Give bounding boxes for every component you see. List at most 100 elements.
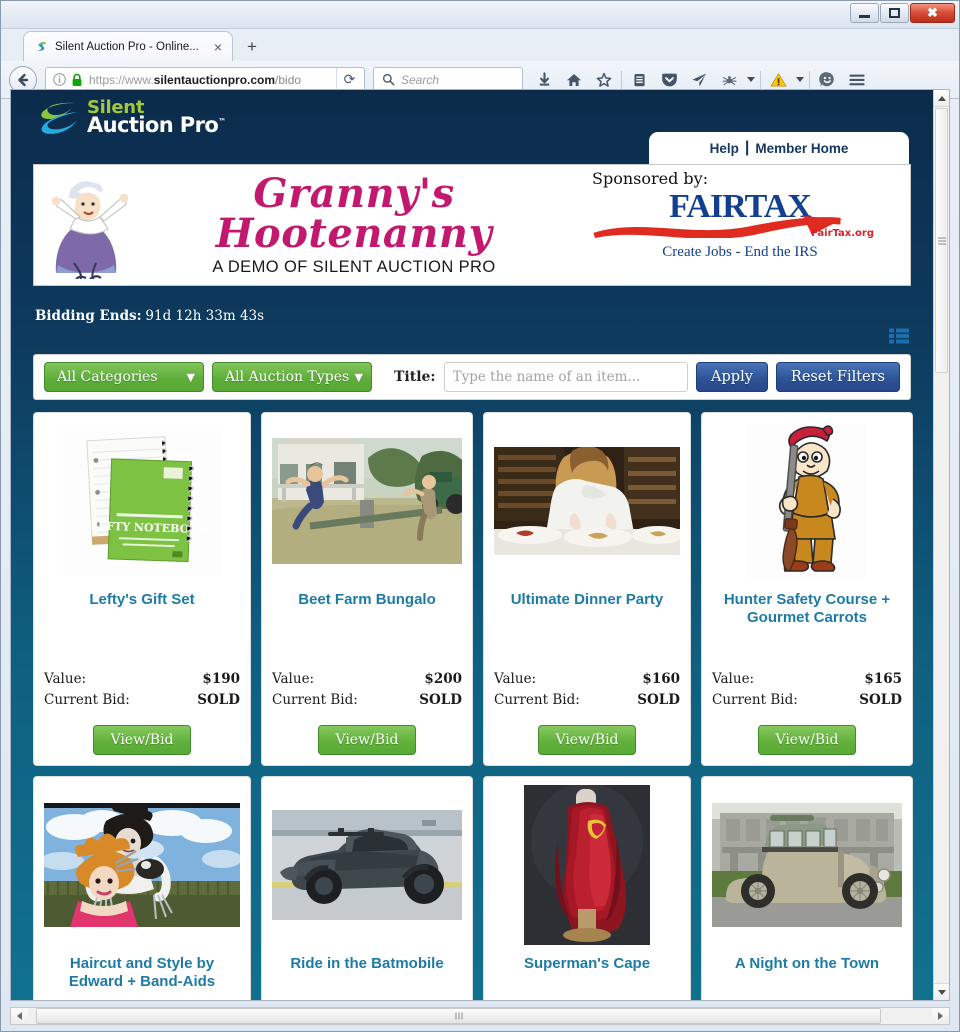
category-dropdown[interactable]: All Categories ▼: [44, 362, 204, 392]
current-bid-amount: SOLD: [859, 692, 902, 709]
search-placeholder: Search: [401, 72, 440, 87]
current-bid-label: Current Bid:: [494, 692, 580, 709]
auction-item-card[interactable]: Hunter Safety Course + Gourmet Carrots V…: [701, 412, 913, 766]
auction-item-title[interactable]: Hunter Safety Course + Gourmet Carrots: [712, 591, 902, 627]
current-bid-amount: SOLD: [419, 692, 462, 709]
event-title-block: Granny's Hootenanny A DEMO OF SILENT AUC…: [128, 173, 580, 277]
fairtax-swoosh-icon: [593, 216, 843, 238]
auction-item-title[interactable]: Beet Farm Bungalo: [298, 591, 436, 627]
member-home-link[interactable]: Member Home: [755, 141, 848, 156]
auction-item-title[interactable]: Ride in the Batmobile: [290, 955, 443, 991]
hunter-cartoon-image: [712, 421, 902, 581]
value-label: Value:: [712, 671, 755, 688]
value-label: Value:: [272, 671, 315, 688]
current-bid-row: Current Bid: SOLD: [494, 690, 680, 711]
current-bid-amount: SOLD: [637, 692, 680, 709]
auction-type-dropdown[interactable]: All Auction Types ▼: [212, 362, 372, 392]
auction-item-card[interactable]: Beet Farm Bungalo Value: $200 Current Bi…: [261, 412, 473, 766]
bidding-ends-label: Bidding Ends:: [35, 308, 142, 324]
lock-icon: [71, 73, 83, 87]
batmobile-image: [272, 785, 462, 945]
current-bid-row: Current Bid: SOLD: [712, 690, 902, 711]
category-dropdown-label: All Categories: [57, 369, 158, 385]
new-tab-button[interactable]: +: [247, 37, 257, 57]
horizontal-scroll-thumb[interactable]: [36, 1008, 881, 1024]
scroll-left-button[interactable]: [11, 1008, 28, 1024]
chevron-down-icon: ▼: [186, 370, 195, 384]
tab-close-icon[interactable]: ×: [212, 40, 224, 54]
grid-view-icon[interactable]: [889, 328, 909, 344]
favicon-icon: [34, 39, 49, 54]
auction-item-card[interactable]: Ride in the Batmobile: [261, 776, 473, 1000]
auction-item-details: Value: $165 Current Bid: SOLD: [712, 669, 902, 711]
auction-item-card[interactable]: Superman's Cape: [483, 776, 691, 1000]
logo-line-2: Auction Pro™: [87, 112, 226, 137]
close-button[interactable]: ✖: [910, 3, 955, 23]
current-bid-amount: SOLD: [197, 692, 240, 709]
reset-filters-button-label: Reset Filters: [790, 369, 885, 385]
horizontal-scrollbar[interactable]: [10, 1007, 950, 1025]
fairtax-org-text: FairTax.org: [811, 228, 874, 239]
url-text: https://www.silentauctionpro.com/bido: [89, 73, 336, 87]
auction-item-title[interactable]: Lefty's Gift Set: [89, 591, 194, 627]
current-bid-label: Current Bid:: [272, 692, 358, 709]
value-label: Value:: [44, 671, 87, 688]
view-bid-button[interactable]: View/Bid: [93, 725, 191, 755]
title-search-input[interactable]: [443, 362, 689, 392]
horizontal-scroll-track[interactable]: [28, 1008, 932, 1024]
chef-plating-image: [494, 421, 680, 581]
apply-button[interactable]: Apply: [696, 362, 768, 392]
auction-item-title[interactable]: A Night on the Town: [735, 955, 879, 991]
seesaw-farm-image: [272, 421, 462, 581]
value-row: Value: $190: [44, 669, 240, 690]
view-bid-button-label: View/Bid: [775, 732, 839, 748]
edward-scissorhands-image: [44, 785, 240, 945]
site-logo[interactable]: Silent Auction Pro™: [39, 98, 226, 136]
scroll-grip-icon: [455, 1012, 462, 1020]
back-arrow-icon: [18, 73, 29, 86]
auction-item-title[interactable]: Ultimate Dinner Party: [511, 591, 664, 627]
value-row: Value: $165: [712, 669, 902, 690]
vertical-scroll-thumb[interactable]: [935, 108, 948, 373]
view-bid-button[interactable]: View/Bid: [318, 725, 416, 755]
minimize-button[interactable]: [850, 3, 879, 23]
scroll-down-button[interactable]: [934, 983, 949, 1000]
view-bid-button[interactable]: View/Bid: [538, 725, 636, 755]
toolbar-divider: [621, 70, 622, 89]
browser-tab[interactable]: Silent Auction Pro - Online... ×: [23, 31, 233, 61]
auction-item-card[interactable]: LEFTY NOTEBOOK Lefty's Gift Set Value: $…: [33, 412, 251, 766]
value-row: Value: $160: [494, 669, 680, 690]
apply-button-label: Apply: [711, 369, 753, 385]
vintage-car-image: [712, 785, 902, 945]
auction-item-card[interactable]: A Night on the Town: [701, 776, 913, 1000]
value-row: Value: $200: [272, 669, 462, 690]
sponsor-tagline: Create Jobs - End the IRS: [662, 244, 818, 260]
auction-item-card[interactable]: Ultimate Dinner Party Value: $160 Curren…: [483, 412, 691, 766]
fairtax-logo: FAIRTAX FairTax.org: [580, 190, 900, 242]
scroll-grip-icon: [937, 237, 946, 244]
current-bid-label: Current Bid:: [712, 692, 798, 709]
maximize-button[interactable]: [880, 3, 909, 23]
reload-button[interactable]: ⟳: [336, 67, 362, 92]
current-bid-row: Current Bid: SOLD: [44, 690, 240, 711]
toolbar-divider: [809, 70, 810, 89]
event-banner: Granny's Hootenanny A DEMO OF SILENT AUC…: [33, 164, 911, 286]
view-bid-button[interactable]: View/Bid: [758, 725, 856, 755]
scroll-right-button[interactable]: [932, 1008, 949, 1024]
reset-filters-button[interactable]: Reset Filters: [775, 362, 900, 392]
scroll-up-button[interactable]: [934, 90, 949, 107]
sponsor-block: Sponsored by: FAIRTAX FairTax.org Create…: [580, 169, 900, 281]
auction-item-details: Value: $200 Current Bid: SOLD: [272, 669, 462, 711]
auction-items-grid: LEFTY NOTEBOOK Lefty's Gift Set Value: $…: [33, 412, 913, 1000]
value-amount: $160: [642, 671, 680, 688]
view-bid-button-label: View/Bid: [555, 732, 619, 748]
auction-item-title[interactable]: Superman's Cape: [524, 955, 650, 991]
help-link[interactable]: Help: [710, 141, 739, 156]
value-label: Value:: [494, 671, 537, 688]
sponsor-label: Sponsored by:: [592, 169, 709, 188]
auction-item-details: Value: $190 Current Bid: SOLD: [44, 669, 240, 711]
auction-item-card[interactable]: Haircut and Style by Edward + Band-Aids: [33, 776, 251, 1000]
info-icon[interactable]: [52, 72, 67, 87]
auction-item-title[interactable]: Haircut and Style by Edward + Band-Aids: [44, 955, 240, 991]
vertical-scrollbar[interactable]: [933, 90, 949, 1000]
